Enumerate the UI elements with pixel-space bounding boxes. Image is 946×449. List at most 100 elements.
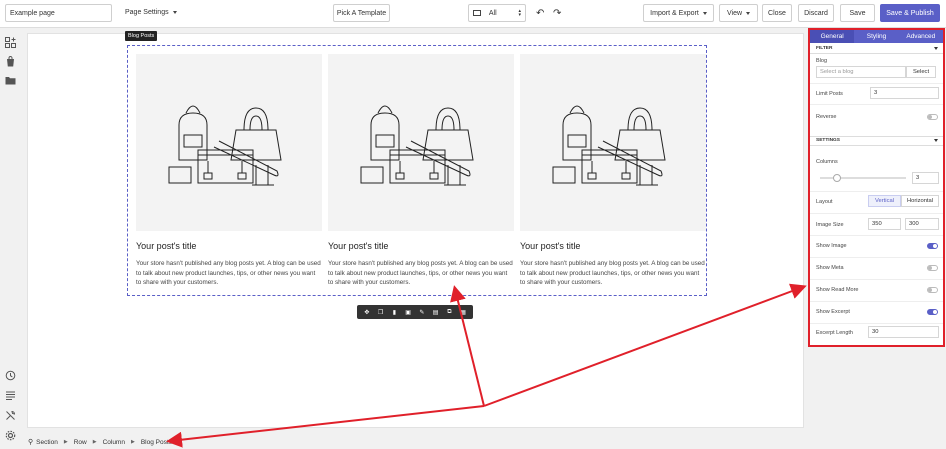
show-read-more-label: Show Read More (816, 287, 859, 293)
chevron-down-icon (172, 11, 177, 14)
close-label: Close (768, 9, 786, 17)
blog-post-card[interactable]: Your post's title Your store hasn't publ… (328, 54, 514, 288)
pick-template-label: Pick A Template (336, 9, 387, 17)
post-image (136, 54, 322, 231)
post-excerpt: Your store hasn't published any blog pos… (328, 260, 513, 286)
updown-icon: ▴ ▾ (518, 8, 521, 18)
add-element-icon[interactable] (5, 37, 16, 48)
blog-select-input[interactable]: Select a blog (816, 66, 906, 78)
post-excerpt: Your store hasn't published any blog pos… (520, 260, 705, 286)
page-canvas[interactable]: Your post's title Your store hasn't publ… (27, 31, 804, 428)
show-image-toggle[interactable] (927, 243, 938, 249)
paste-icon[interactable]: ▦ (460, 309, 467, 316)
image-height-input[interactable]: 300 (905, 218, 939, 230)
blog-post-card[interactable]: Your post's title Your store hasn't publ… (136, 54, 322, 288)
image-width-input[interactable]: 350 (868, 218, 901, 230)
breadcrumb: ⚲ Section ▶ Row ▶ Column ▶ Blog Posts (28, 436, 172, 448)
save-publish-button[interactable]: Save & Publish (880, 4, 940, 22)
device-select[interactable]: All ▴ ▾ (468, 4, 526, 22)
post-image (328, 54, 514, 231)
excerpt-length-input[interactable]: 30 (868, 326, 939, 338)
gear-icon[interactable] (5, 430, 16, 441)
undo-icon[interactable]: ↶ (536, 8, 544, 19)
view-label: View (726, 9, 743, 17)
lock-icon[interactable]: ▣ (405, 309, 412, 316)
copy-style-icon[interactable]: ⧉ (446, 309, 453, 316)
show-image-label: Show Image (816, 243, 847, 249)
bags-illustration (552, 105, 666, 186)
folder-icon[interactable] (5, 75, 16, 86)
show-meta-label: Show Meta (816, 265, 844, 271)
trash-icon[interactable]: ▮ (391, 309, 398, 316)
breadcrumb-item-row[interactable]: Row (74, 439, 87, 446)
device-label: All (488, 9, 497, 17)
reverse-label: Reverse (816, 114, 837, 120)
save-publish-label: Save & Publish (886, 9, 934, 17)
history-icon[interactable] (5, 370, 16, 381)
post-excerpt: Your store hasn't published any blog pos… (136, 260, 321, 286)
breadcrumb-item-column[interactable]: Column (103, 439, 125, 446)
blog-post-card[interactable]: Your post's title Your store hasn't publ… (520, 54, 706, 288)
view-button[interactable]: View (719, 4, 758, 22)
shopify-bag-icon[interactable] (5, 56, 16, 67)
excerpt-length-label: Excerpt Length (816, 330, 853, 336)
tab-styling[interactable]: Styling (854, 30, 898, 43)
layout-vertical-button[interactable]: Vertical (868, 195, 901, 207)
breadcrumb-item-blog-posts[interactable]: Blog Posts (141, 439, 172, 446)
chevron-right-icon: ▶ (63, 439, 68, 445)
duplicate-icon[interactable]: ❐ (377, 309, 384, 316)
import-export-button[interactable]: Import & Export (643, 4, 714, 22)
slider-handle[interactable] (833, 174, 842, 182)
redo-icon[interactable]: ↷ (553, 8, 561, 19)
panel-settings-group: SETTINGS Columns 3 Layout Vertical Horiz… (810, 136, 943, 345)
sitemap-icon: ⚲ (28, 439, 34, 446)
blog-label: Blog (816, 58, 828, 64)
post-title: Your post's title (136, 241, 197, 251)
limit-posts-label: Limit Posts (816, 91, 843, 97)
columns-label: Columns (816, 159, 838, 165)
limit-posts-input[interactable]: 3 (870, 87, 939, 99)
post-image (520, 54, 706, 231)
move-icon[interactable]: ✥ (363, 309, 370, 316)
edit-pencil-icon[interactable]: ✎ (418, 309, 425, 316)
columns-input[interactable]: 3 (912, 172, 939, 184)
filter-section-header[interactable]: FILTER (810, 43, 943, 54)
page-settings-label: Page Settings (125, 9, 169, 16)
blog-posts-section[interactable]: Your post's title Your store hasn't publ… (127, 45, 707, 296)
reverse-toggle[interactable] (927, 114, 938, 120)
desktop-icon (473, 10, 481, 16)
show-excerpt-toggle[interactable] (927, 309, 938, 315)
save-block-icon[interactable]: ▤ (432, 309, 439, 316)
section-label: Blog Posts (125, 31, 158, 41)
settings-section-header[interactable]: SETTINGS (810, 136, 943, 146)
element-context-toolbar: ✥ ❐ ▮ ▣ ✎ ▤ ⧉ ▦ (357, 305, 473, 319)
chevron-right-icon: ▶ (92, 439, 97, 445)
tools-icon[interactable] (5, 410, 16, 421)
breadcrumb-item-section[interactable]: Section (36, 439, 58, 446)
show-meta-toggle[interactable] (927, 265, 938, 271)
chevron-right-icon: ▶ (130, 439, 135, 445)
tab-advanced[interactable]: Advanced (899, 30, 943, 43)
blog-select-button[interactable]: Select (906, 66, 936, 78)
chevron-down-icon (934, 139, 938, 142)
columns-slider[interactable] (820, 174, 906, 182)
page-settings-menu[interactable]: Page Settings (125, 9, 177, 16)
filter-heading: FILTER (816, 45, 833, 51)
panel-tabs: General Styling Advanced (810, 30, 943, 43)
close-button[interactable]: Close (762, 4, 792, 22)
tab-general[interactable]: General (810, 30, 855, 43)
page-name-input[interactable]: Example page (5, 4, 112, 22)
post-title: Your post's title (520, 241, 581, 251)
chevron-down-icon (934, 46, 938, 50)
layout-horizontal-button[interactable]: Horizontal (901, 195, 939, 207)
discard-button[interactable]: Discard (798, 4, 834, 22)
pick-template-button[interactable]: Pick A Template (333, 4, 390, 22)
show-read-more-toggle[interactable] (927, 287, 938, 293)
chevron-down-icon (746, 11, 751, 15)
save-label: Save (849, 9, 866, 17)
settings-heading: SETTINGS (816, 138, 840, 143)
layers-list-icon[interactable] (5, 390, 16, 401)
save-button[interactable]: Save (840, 4, 875, 22)
page-name-value: Example page (10, 9, 55, 17)
layout-label: Layout (816, 199, 833, 205)
